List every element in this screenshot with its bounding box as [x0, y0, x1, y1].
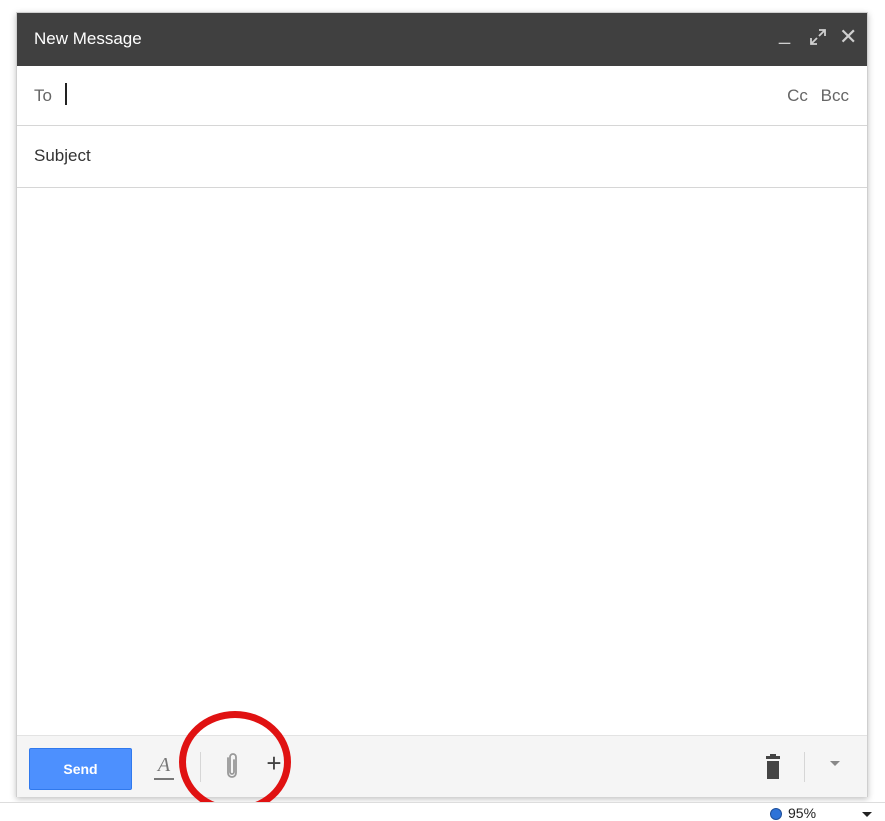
cc-link[interactable]: Cc	[787, 86, 808, 105]
zoom-dropdown-icon[interactable]	[862, 812, 872, 817]
format-glyph: A	[157, 754, 171, 776]
expand-icon[interactable]	[809, 28, 827, 46]
more-options-icon[interactable]	[830, 761, 840, 766]
send-button[interactable]: Send	[29, 748, 132, 790]
background-email-list-top	[0, 0, 885, 12]
format-underline	[154, 778, 174, 780]
minimize-icon[interactable]: _	[779, 23, 790, 46]
trash-icon[interactable]	[764, 754, 782, 780]
to-field[interactable]: To Cc Bcc	[17, 66, 867, 126]
message-body[interactable]	[17, 188, 867, 733]
text-cursor	[65, 83, 67, 105]
subject-placeholder: Subject	[34, 146, 91, 165]
background-left-column	[0, 12, 16, 802]
browser-status-bar: 95%	[0, 802, 885, 821]
bcc-link[interactable]: Bcc	[821, 86, 849, 105]
compose-title-bar[interactable]: New Message _ ✕	[17, 13, 867, 66]
cc-bcc-links: Cc Bcc	[779, 86, 849, 106]
compose-window: New Message _ ✕ To Cc Bcc Subject Send A	[16, 12, 868, 797]
close-icon[interactable]: ✕	[839, 26, 857, 48]
subject-field[interactable]: Subject	[17, 126, 867, 188]
zoom-level: 95%	[788, 805, 817, 821]
toolbar-divider	[804, 752, 805, 782]
to-label: To	[34, 86, 52, 105]
annotation-circle	[179, 711, 291, 813]
zoom-icon	[770, 808, 782, 820]
formatting-options-icon[interactable]: A	[154, 754, 174, 780]
compose-title: New Message	[34, 29, 142, 48]
background-right-column	[868, 12, 885, 802]
compose-toolbar: Send A +	[17, 735, 867, 797]
